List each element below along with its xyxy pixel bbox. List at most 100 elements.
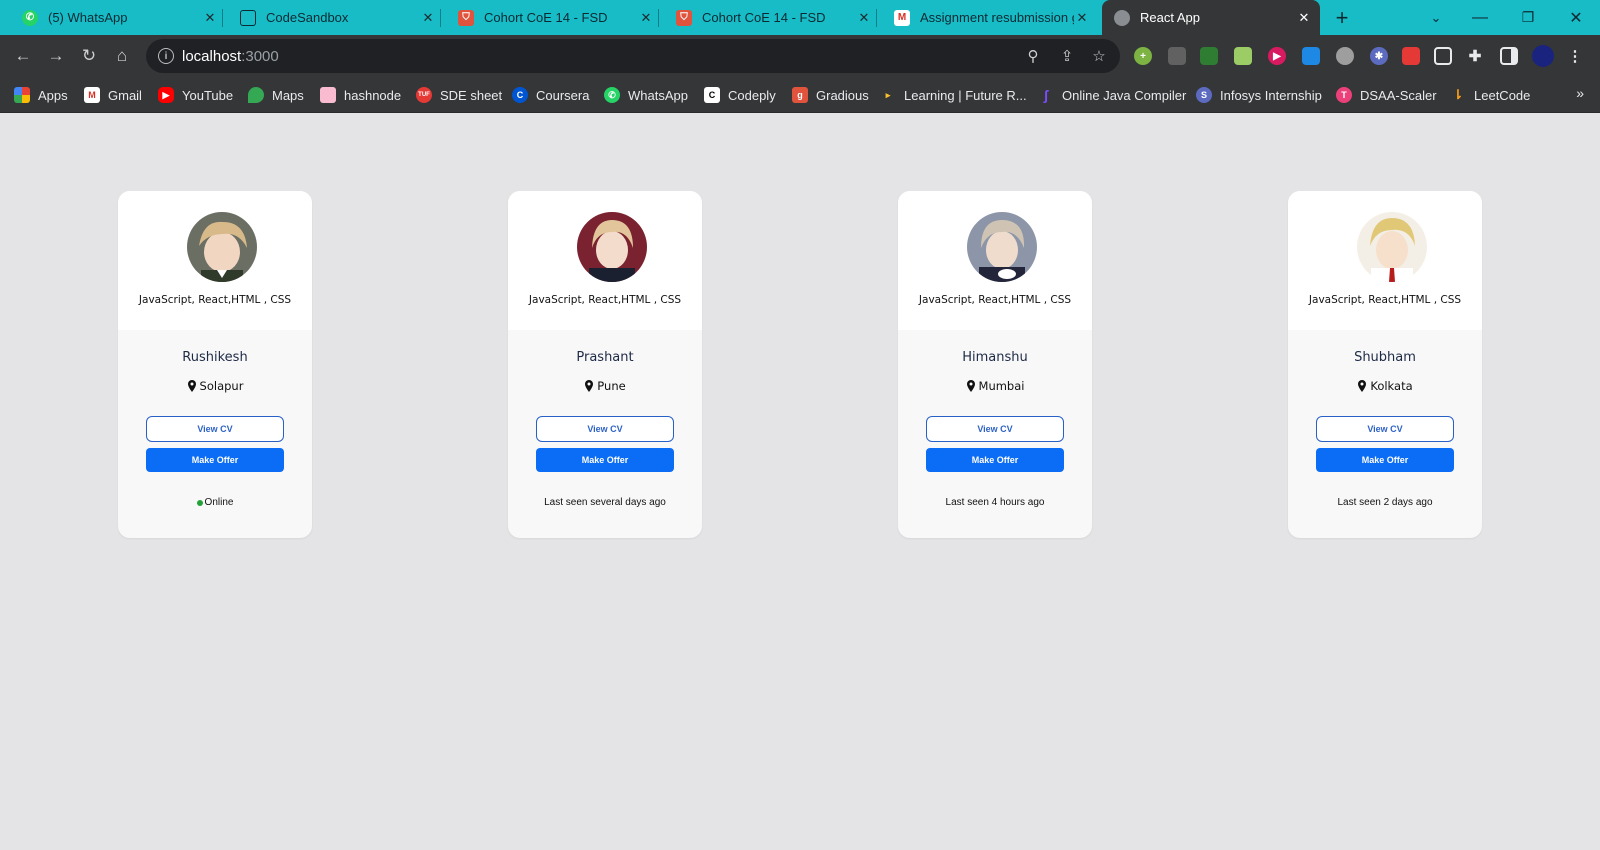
view-cv-button[interactable]: View CV — [926, 416, 1064, 442]
make-offer-button[interactable]: Make Offer — [1316, 448, 1454, 472]
tab-react-app[interactable]: React App ✕ — [1102, 0, 1320, 35]
bookmark-label: Gmail — [108, 87, 142, 103]
extension-bottle-icon[interactable] — [1168, 47, 1186, 65]
extension-camera-icon[interactable] — [1336, 47, 1354, 65]
shield-icon: ⛉ — [676, 9, 692, 26]
bookmark-scaler[interactable]: T DSAA-Scaler — [1336, 85, 1437, 105]
bookmark-label: hashnode — [344, 87, 402, 103]
close-window-button[interactable]: ✕ — [1556, 0, 1596, 35]
bookmark-star-icon[interactable]: ☆ — [1090, 47, 1108, 65]
make-offer-button[interactable]: Make Offer — [146, 448, 284, 472]
extension-window-icon[interactable] — [1434, 47, 1452, 65]
map-pin-icon — [187, 380, 196, 392]
apps-grid-icon — [14, 87, 30, 103]
avatar — [187, 212, 257, 282]
home-icon[interactable]: ⌂ — [109, 43, 135, 69]
make-offer-button[interactable]: Make Offer — [926, 448, 1064, 472]
extension-tree-icon[interactable] — [1200, 47, 1218, 65]
tuf-icon: TUF — [416, 87, 432, 103]
close-icon[interactable]: ✕ — [1296, 10, 1312, 26]
url-text[interactable]: localhost:3000 — [182, 48, 279, 65]
skills-text: JavaScript, React,HTML , CSS — [1308, 294, 1462, 306]
tab-title: Assignment resubmission g — [920, 10, 1074, 25]
extension-red-icon[interactable] — [1402, 47, 1420, 65]
bookmark-label: Apps — [38, 87, 68, 103]
extension-mail-icon[interactable] — [1234, 47, 1252, 65]
share-icon[interactable]: ⇪ — [1058, 47, 1076, 65]
tab-title: (5) WhatsApp — [48, 10, 128, 25]
close-icon[interactable]: ✕ — [638, 10, 654, 26]
bookmark-label: Codeply — [728, 87, 776, 103]
make-offer-button[interactable]: Make Offer — [536, 448, 674, 472]
menu-dots-icon[interactable]: ⋮ — [1566, 47, 1584, 65]
candidate-name: Himanshu — [962, 350, 1028, 365]
bookmark-gmail[interactable]: M Gmail — [84, 85, 142, 105]
bookmark-label: Gradious — [816, 87, 869, 103]
bookmark-learning[interactable]: ▸ Learning | Future R... — [880, 85, 1027, 105]
tab-search-icon[interactable]: ⌄ — [1420, 0, 1452, 35]
back-icon[interactable]: ← — [10, 43, 36, 69]
tab-codesandbox[interactable]: CodeSandbox ✕ — [232, 0, 441, 35]
bookmark-whatsapp[interactable]: ✆ WhatsApp — [604, 85, 688, 105]
new-tab-button[interactable]: + — [1326, 0, 1358, 35]
view-cv-button[interactable]: View CV — [1316, 416, 1454, 442]
bookmark-gradious[interactable]: g Gradious — [792, 85, 869, 105]
bookmark-sde-sheet[interactable]: TUF SDE sheet — [416, 85, 502, 105]
extension-play-icon[interactable]: ▶ — [1268, 47, 1286, 65]
view-cv-button[interactable]: View CV — [146, 416, 284, 442]
bookmark-coursera[interactable]: C Coursera — [512, 85, 589, 105]
tab-separator — [658, 9, 659, 27]
reload-icon[interactable]: ↻ — [76, 43, 102, 69]
forward-icon[interactable]: → — [43, 43, 69, 69]
tab-gmail[interactable]: M Assignment resubmission g ✕ — [886, 0, 1094, 35]
info-icon[interactable]: i — [158, 48, 174, 64]
close-icon[interactable]: ✕ — [420, 10, 436, 26]
skills-text: JavaScript, React,HTML , CSS — [138, 294, 292, 306]
bookmark-leetcode[interactable]: ⇂ LeetCode — [1450, 85, 1531, 105]
tab-whatsapp[interactable]: ✆ (5) WhatsApp ✕ — [14, 0, 223, 35]
tab-cohort-1[interactable]: ⛉ Cohort CoE 14 - FSD ✕ — [450, 0, 659, 35]
view-cv-button[interactable]: View CV — [536, 416, 674, 442]
maximize-button[interactable]: ❐ — [1508, 0, 1548, 35]
bookmark-label: Maps — [272, 87, 304, 103]
card-header: JavaScript, React,HTML , CSS — [508, 191, 702, 330]
status-line: Online — [118, 497, 312, 508]
java-compiler-icon: ʃ — [1043, 87, 1049, 103]
close-icon[interactable]: ✕ — [856, 10, 872, 26]
tab-separator — [222, 9, 223, 27]
tab-title: React App — [1140, 10, 1200, 25]
profile-avatar[interactable] — [1532, 45, 1554, 67]
leetcode-icon: ⇂ — [1452, 87, 1464, 102]
location-text: Kolkata — [1370, 379, 1413, 393]
extension-plus-icon[interactable]: + — [1134, 47, 1152, 65]
bookmark-apps[interactable]: Apps — [14, 85, 68, 105]
address-bar[interactable]: i localhost:3000 ⚲ ⇪ ☆ — [146, 39, 1120, 73]
bookmark-youtube[interactable]: ▶ YouTube — [158, 85, 233, 105]
bookmark-codeply[interactable]: C Codeply — [704, 85, 776, 105]
hashnode-icon — [320, 87, 336, 103]
side-panel-icon[interactable] — [1500, 47, 1518, 65]
extensions-puzzle-icon[interactable]: ✚ — [1466, 47, 1484, 65]
avatar — [577, 212, 647, 282]
close-icon[interactable]: ✕ — [1074, 10, 1090, 26]
extension-dropbox-icon[interactable] — [1302, 47, 1320, 65]
close-icon[interactable]: ✕ — [202, 10, 218, 26]
status-text: Last seen 4 hours ago — [945, 497, 1045, 508]
tab-cohort-2[interactable]: ⛉ Cohort CoE 14 - FSD ✕ — [668, 0, 877, 35]
bookmark-java-compiler[interactable]: ʃ Online Java Compiler — [1038, 85, 1187, 105]
bookmark-hashnode[interactable]: hashnode — [320, 85, 401, 105]
gmail-icon: M — [894, 9, 910, 26]
card-header: JavaScript, React,HTML , CSS — [1288, 191, 1482, 330]
bookmark-maps[interactable]: Maps — [248, 85, 304, 105]
play-icon: ▸ — [885, 89, 891, 100]
location: Kolkata — [1288, 379, 1482, 393]
bookmark-infosys[interactable]: S Infosys Internship — [1196, 85, 1322, 105]
more-bookmarks-button[interactable]: » — [1576, 85, 1584, 101]
profile-card: JavaScript, React,HTML , CSS Shubham Kol… — [1288, 191, 1482, 538]
minimize-button[interactable]: — — [1460, 0, 1500, 35]
extension-gear-icon[interactable]: ✱ — [1370, 47, 1388, 65]
zoom-icon[interactable]: ⚲ — [1024, 47, 1042, 65]
profile-card: JavaScript, React,HTML , CSS Himanshu Mu… — [898, 191, 1092, 538]
location: Solapur — [118, 379, 312, 393]
bookmark-label: YouTube — [182, 87, 234, 103]
